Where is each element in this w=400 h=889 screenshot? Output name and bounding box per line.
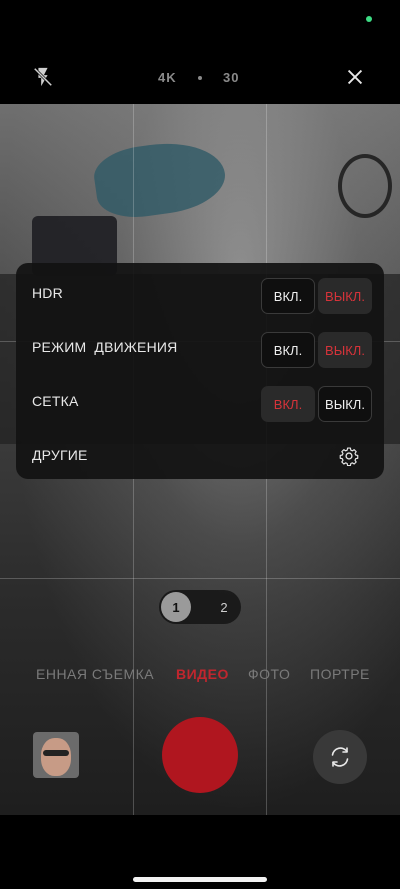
- hdr-off-button[interactable]: ВЫКЛ.: [318, 278, 372, 314]
- flash-off-icon[interactable]: [32, 66, 54, 88]
- zoom-1x-button[interactable]: 1: [161, 592, 191, 622]
- grid-line-horizontal: [0, 578, 400, 579]
- grid-off-button[interactable]: ВЫКЛ.: [318, 386, 372, 422]
- gear-icon[interactable]: [339, 446, 359, 466]
- thumbnail-face: [41, 738, 71, 776]
- setting-label-hdr: HDR: [32, 285, 63, 301]
- record-button[interactable]: [162, 717, 238, 793]
- home-indicator[interactable]: [133, 877, 267, 882]
- switch-camera-icon: [331, 747, 349, 767]
- thumbnail-glasses: [43, 750, 69, 756]
- motion-on-button[interactable]: ВКЛ.: [261, 332, 315, 368]
- hdr-on-button[interactable]: ВКЛ.: [261, 278, 315, 314]
- setting-row-motion: РЕЖИМ ДВИЖЕНИЯ ВКЛ. ВЫКЛ.: [16, 321, 384, 375]
- setting-row-hdr: HDR ВКЛ. ВЫКЛ.: [16, 267, 384, 321]
- mode-video[interactable]: ВИДЕО: [176, 666, 229, 682]
- settings-panel: HDR ВКЛ. ВЫКЛ. РЕЖИМ ДВИЖЕНИЯ ВКЛ. ВЫКЛ.…: [16, 263, 384, 479]
- setting-row-other[interactable]: ДРУГИЕ: [16, 429, 384, 483]
- motion-off-button[interactable]: ВЫКЛ.: [318, 332, 372, 368]
- scene-headset: [338, 154, 392, 218]
- scene-cloth: [90, 135, 230, 223]
- privacy-indicator-dot: [366, 16, 372, 22]
- close-icon[interactable]: [344, 66, 366, 88]
- top-bar: 4K 30: [0, 56, 400, 100]
- grid-on-button[interactable]: ВКЛ.: [261, 386, 315, 422]
- switch-camera-button[interactable]: [313, 730, 367, 784]
- mode-portrait[interactable]: ПОРТРЕ: [310, 666, 370, 682]
- mode-photo[interactable]: ФОТО: [248, 666, 290, 682]
- zoom-2x-button[interactable]: 2: [209, 592, 239, 622]
- gallery-thumbnail[interactable]: [33, 732, 79, 778]
- separator-dot: [198, 76, 202, 80]
- mode-slowmo[interactable]: ЕННАЯ СЪЕМКА: [36, 666, 154, 682]
- setting-label-motion: РЕЖИМ ДВИЖЕНИЯ: [32, 339, 178, 355]
- setting-label-other: ДРУГИЕ: [32, 447, 88, 463]
- fps-label[interactable]: 30: [223, 70, 239, 85]
- resolution-label[interactable]: 4K: [158, 70, 177, 85]
- mode-strip: ЕННАЯ СЪЕМКА ВИДЕО ФОТО ПОРТРЕ: [0, 664, 400, 686]
- zoom-toggle: 1 2: [159, 590, 241, 624]
- setting-row-grid: СЕТКА ВКЛ. ВЫКЛ.: [16, 375, 384, 429]
- camera-screen: 4K 30 HDR ВКЛ. ВЫКЛ. РЕЖИМ ДВИЖЕНИЯ ВКЛ.…: [0, 0, 400, 889]
- setting-label-grid: СЕТКА: [32, 393, 79, 409]
